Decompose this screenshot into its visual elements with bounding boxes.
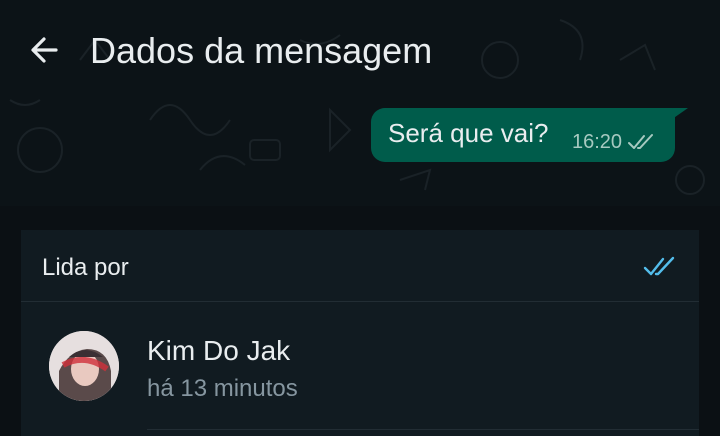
list-item[interactable]: Kim Do Jak há 13 minutos xyxy=(21,303,699,436)
read-by-panel: Lida por Kim Do Jak há 13 minutos xyxy=(21,230,699,436)
message-time: 16:20 xyxy=(572,131,623,153)
arrow-left-icon xyxy=(31,37,58,63)
chat-wallpaper: Dados da mensagem Será que vai? 16:20 xyxy=(0,0,720,206)
back-button[interactable] xyxy=(24,30,64,70)
double-check-icon xyxy=(628,134,654,149)
read-by-header: Lida por xyxy=(21,230,699,302)
contact-name: Kim Do Jak xyxy=(147,335,291,366)
read-by-label: Lida por xyxy=(42,254,129,281)
divider xyxy=(147,429,699,430)
top-bar: Dados da mensagem xyxy=(0,0,720,100)
page-title: Dados da mensagem xyxy=(90,30,433,71)
double-check-blue-icon xyxy=(643,256,675,276)
message-text: Será que vai? xyxy=(388,118,549,148)
read-time: há 13 minutos xyxy=(147,375,298,402)
avatar-icon[interactable] xyxy=(49,331,119,401)
message-meta: 16:20 xyxy=(572,130,656,154)
message-bubble[interactable]: Será que vai? 16:20 xyxy=(371,108,675,162)
